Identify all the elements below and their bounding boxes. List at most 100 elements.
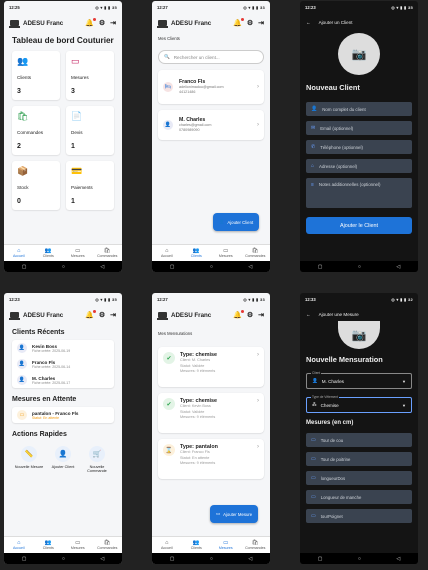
nav-clients[interactable]: 👥 Clients (182, 245, 212, 261)
bottom-nav: ⌂ Accueil 👥 Clients ▭ Mesures 🛍 Commandes (4, 536, 122, 553)
notification-bell-icon[interactable]: 🔔 (85, 310, 96, 319)
nav-clients[interactable]: 👥 Clients (182, 537, 212, 553)
notification-bell-icon[interactable]: 🔔 (233, 310, 244, 319)
new-order-action[interactable]: 🛒 Nouvelle Commande (82, 446, 112, 473)
gear-icon[interactable]: ⚙ (99, 311, 105, 319)
nav-clients[interactable]: 👥 Clients (34, 537, 64, 553)
home-icon: ⌂ (311, 163, 315, 169)
nav-mesures[interactable]: ▭ Mesures (63, 245, 93, 261)
add-measure-button[interactable]: ▭ Ajouter Mesure (210, 505, 259, 523)
field-label: Adresse (optionnel) (319, 163, 358, 169)
notes-field[interactable]: ≡ Notes additionnelles (optionnel) (306, 178, 412, 208)
logout-icon[interactable]: ⇥ (110, 311, 116, 319)
stat-card-clients[interactable]: 👥 Clients 3 (12, 51, 60, 100)
dropdown-arrow-icon: ▼ (402, 402, 406, 408)
camera-icon[interactable]: 📷 (338, 321, 380, 349)
logout-icon[interactable]: ⇥ (110, 19, 116, 27)
client-select[interactable]: Client 👤 M. Charles ▼ (306, 371, 412, 389)
nav-mesures[interactable]: ▭ Mesures (63, 537, 93, 553)
recent-client-row[interactable]: 👤 Kevin Boss Fiche créée: 2025-06-19 (12, 340, 114, 356)
measure-field[interactable]: ▭ Tour de poitrine (306, 452, 412, 466)
home-button-icon[interactable]: ○ (210, 264, 213, 270)
nav-clients[interactable]: 👥 Clients (34, 245, 64, 261)
status-bar: 12:23 ◎ ▾ ▮ ▮ 35 (300, 1, 418, 13)
measurement-card[interactable]: ✔ Type: chemise Client: Kevin Boss Statu… (158, 393, 264, 433)
measure-field[interactable]: ▭ tourPoignet (306, 509, 412, 523)
recent-client-row[interactable]: 👤 Franco Fls Fiche créée: 2025-06-14 (12, 356, 114, 372)
recent-client-row[interactable]: 👤 M. Charles Fiche créée: 2025-06-17 (12, 372, 114, 388)
nav-commandes[interactable]: 🛍 Commandes (241, 537, 271, 553)
nav-commandes[interactable]: 🛍 Commandes (93, 537, 123, 553)
nav-commandes[interactable]: 🛍 Commandes (241, 245, 271, 261)
nav-accueil[interactable]: ⌂ Accueil (4, 537, 34, 553)
home-button-icon[interactable]: ○ (210, 556, 213, 562)
measure-field[interactable]: ▭ Tour de cou (306, 433, 412, 447)
logout-icon[interactable]: ⇥ (258, 19, 264, 27)
stat-card-commandes[interactable]: 🛍 Commandes 2 (12, 106, 60, 155)
recents-icon[interactable]: ▢ (170, 556, 175, 562)
arrow-back-icon[interactable]: ← (306, 312, 311, 317)
recent-clients-list: 👤 Kevin Boss Fiche créée: 2025-06-19 👤 Fr… (12, 340, 114, 388)
search-input[interactable]: 🔍 Rechercher un client... (158, 50, 264, 64)
nav-accueil[interactable]: ⌂ Accueil (152, 245, 182, 261)
cart-icon: 🛒 (89, 446, 105, 462)
nav-mesures[interactable]: ▭ Mesures (211, 245, 241, 261)
stat-card-paiements[interactable]: 💳 Paiements 1 (66, 161, 114, 210)
gear-icon[interactable]: ⚙ (99, 19, 105, 27)
new-measure-action[interactable]: 📏 Nouvelle Mesure (14, 446, 44, 473)
camera-icon[interactable]: 📷 (338, 33, 380, 75)
gear-icon[interactable]: ⚙ (247, 311, 253, 319)
system-nav: ▢ ○ ◁ (152, 261, 270, 272)
add-client-submit-button[interactable]: Ajouter le Client (306, 217, 412, 234)
recents-icon[interactable]: ▢ (318, 556, 323, 562)
back-icon[interactable]: ◁ (248, 264, 252, 270)
client-row[interactable]: 👤 M. Charles charles@gmail.com 078098909… (158, 110, 264, 140)
stat-value: 1 (71, 143, 75, 150)
back-icon[interactable]: ◁ (100, 264, 104, 270)
measure-field[interactable]: ▭ Longueur de manche (306, 490, 412, 504)
name-field[interactable]: 👤 Nom complet du client (306, 102, 412, 116)
measure-field[interactable]: ▭ longueurDos (306, 471, 412, 485)
arrow-back-icon[interactable]: ← (306, 20, 311, 25)
measurement-card[interactable]: ⌛ Type: pantalon Client: Franco Fls Stat… (158, 439, 264, 479)
bottom-nav: ⌂ Accueil 👥 Clients ▭ Mesures 🛍 Commandes (152, 536, 270, 553)
nav-mesures[interactable]: ▭ Mesures (211, 537, 241, 553)
nav-accueil[interactable]: ⌂ Accueil (152, 537, 182, 553)
stat-card-devis[interactable]: 📄 Devis 1 (66, 106, 114, 155)
home-button-icon[interactable]: ○ (62, 556, 65, 562)
stat-cards: 👥 Clients 3 ▭ Mesures 3 🛍 Commandes 2 📄 … (4, 51, 122, 210)
home-button-icon[interactable]: ○ (358, 556, 361, 562)
stat-value: 3 (71, 88, 75, 95)
home-button-icon[interactable]: ○ (62, 264, 65, 270)
pending-row[interactable]: ▭ pantalon - Franco Fls Statut: En attent… (12, 407, 114, 423)
stat-value: 0 (17, 198, 21, 205)
nav-commandes[interactable]: 🛍 Commandes (93, 245, 123, 261)
client-row[interactable]: 🛏 Franco Fls adelionimadou@gmail.com 441… (158, 70, 264, 104)
phone-field[interactable]: ✆ Téléphone (optionnel) (306, 140, 412, 154)
address-field[interactable]: ⌂ Adresse (optionnel) (306, 159, 412, 173)
gear-icon[interactable]: ⚙ (247, 19, 253, 27)
email-field[interactable]: ✉ Email (optionnel) (306, 121, 412, 135)
back-icon[interactable]: ◁ (396, 556, 400, 562)
back-icon[interactable]: ◁ (100, 556, 104, 562)
notification-bell-icon[interactable]: 🔔 (233, 18, 244, 27)
client-select-label: Client (311, 371, 322, 375)
add-client-action[interactable]: 👤 Ajouter Client (48, 446, 78, 473)
notification-bell-icon[interactable]: 🔔 (85, 18, 96, 27)
phone-clients: 12:27 ◎ ▾ ▮ ▮ 33 ADESU Franc 🔔 ⚙ ⇥ Mes C… (152, 1, 270, 272)
stat-card-mesures[interactable]: ▭ Mesures 3 (66, 51, 114, 100)
recents-icon[interactable]: ▢ (22, 264, 27, 270)
logout-icon[interactable]: ⇥ (258, 311, 264, 319)
stat-card-stock[interactable]: 📦 Stock 0 (12, 161, 60, 210)
garment-type-select[interactable]: Type de Vêtement ⁂ Chemise ▼ (306, 395, 412, 413)
recents-icon[interactable]: ▢ (318, 264, 323, 270)
person-icon: 👤 (163, 120, 173, 130)
recents-icon[interactable]: ▢ (170, 264, 175, 270)
measurement-card[interactable]: ✔ Type: chemise Client: M. Charles Statu… (158, 347, 264, 387)
recents-icon[interactable]: ▢ (22, 556, 27, 562)
add-client-button[interactable]: 👤 Ajouter Client (213, 213, 260, 231)
back-icon[interactable]: ◁ (248, 556, 252, 562)
home-button-icon[interactable]: ○ (358, 264, 361, 270)
back-icon[interactable]: ◁ (396, 264, 400, 270)
nav-accueil[interactable]: ⌂ Accueil (4, 245, 34, 261)
